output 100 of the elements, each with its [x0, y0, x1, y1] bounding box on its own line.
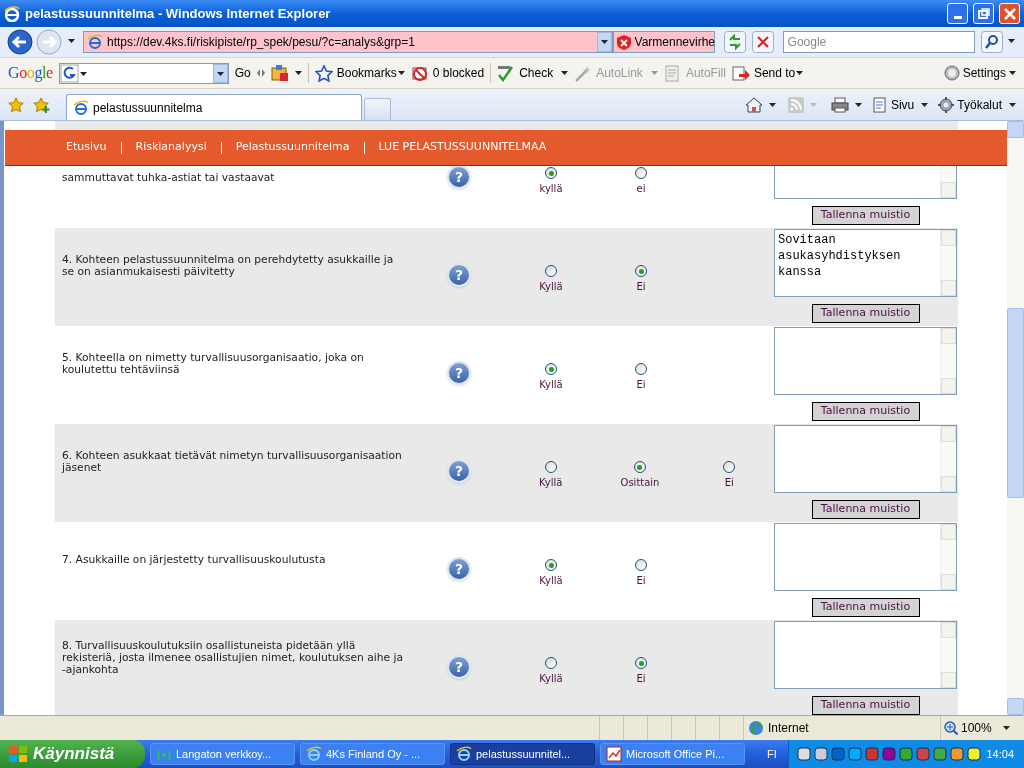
toolbar-button[interactable]: Bookmarks: [314, 64, 405, 82]
radio-button[interactable]: [545, 167, 557, 179]
toolbar-button[interactable]: Check: [497, 64, 554, 82]
help-icon[interactable]: ?: [447, 166, 471, 189]
note-field[interactable]: [774, 425, 957, 493]
nav-link[interactable]: Riskianalyysi: [135, 139, 207, 156]
resize-arrows-icon: [256, 68, 265, 78]
maximize-button[interactable]: [973, 3, 994, 24]
radio-button[interactable]: [545, 559, 557, 571]
radio-button[interactable]: [545, 657, 557, 669]
vertical-scrollbar[interactable]: [1007, 121, 1024, 715]
ie-logo-icon: [456, 746, 472, 762]
dropdown-caret-icon: [650, 71, 658, 75]
dropdown-caret-icon[interactable]: [1008, 39, 1017, 45]
nav-link[interactable]: LUE PELASTUSSUUNNITELMAA: [378, 139, 547, 156]
help-icon[interactable]: ?: [447, 655, 471, 679]
address-field[interactable]: https://dev.4ks.fi/riskipiste/rp_spek/pesu/?c=analys&grp=1: [83, 31, 613, 53]
dropdown-caret-icon[interactable]: [68, 39, 77, 45]
radio-button[interactable]: [635, 559, 647, 571]
radio-button[interactable]: [723, 461, 736, 473]
help-icon[interactable]: ?: [447, 459, 471, 483]
printer-icon[interactable]: [830, 97, 849, 113]
radio-button[interactable]: [545, 265, 557, 277]
question-text: 4. Kohteen pelastussuunnitelma on perehdytetty asukkaille ja se on asianmukaisesti päivitetty: [62, 254, 395, 278]
dropdown-caret-icon[interactable]: [294, 71, 302, 75]
language-indicator[interactable]: FI: [759, 745, 785, 763]
option-label: Kyllä: [538, 477, 563, 489]
option-label: kyllä: [539, 183, 563, 195]
radio-button[interactable]: [634, 461, 646, 473]
certificate-error-button[interactable]: Varmennevirhe: [612, 31, 715, 53]
refresh-button[interactable]: [723, 31, 746, 53]
radio-button[interactable]: [635, 363, 647, 375]
tray-icon[interactable]: [848, 747, 862, 761]
help-icon[interactable]: ?: [447, 557, 471, 581]
caret-icon[interactable]: [854, 103, 862, 107]
dropdown-button[interactable]: [596, 32, 612, 52]
command-menu-button[interactable]: Työkalut: [938, 96, 1016, 114]
save-note-button[interactable]: Tallenna muistio: [811, 696, 920, 715]
search-button[interactable]: [981, 31, 1003, 53]
save-note-button[interactable]: Tallenna muistio: [811, 500, 920, 519]
home-icon[interactable]: [744, 97, 763, 113]
browser-tab[interactable]: pelastussuunnitelma: [66, 94, 362, 120]
save-note-button[interactable]: Tallenna muistio: [811, 206, 920, 225]
radio-button[interactable]: [635, 265, 647, 277]
command-menu-button[interactable]: Sivu: [871, 96, 929, 114]
window-title: pelastussuunnitelma - Windows Internet Explorer: [25, 4, 332, 23]
toolbar-button[interactable]: Send to: [731, 64, 804, 82]
close-button[interactable]: [999, 3, 1020, 24]
dropdown-button[interactable]: [212, 63, 228, 83]
back-button[interactable]: [7, 29, 33, 55]
toolbar-button: AutoFill: [663, 64, 726, 82]
minimize-button[interactable]: [947, 3, 968, 24]
question-text: 6. Kohteen asukkaat tietävät nimetyn turvallisuusorganisaation jäsenet: [62, 450, 403, 474]
nav-link[interactable]: Etusivu: [66, 139, 107, 156]
radio-button[interactable]: [544, 461, 557, 473]
tray-icon[interactable]: [797, 747, 811, 761]
tray-icon[interactable]: [950, 747, 964, 761]
save-note-button[interactable]: Tallenna muistio: [811, 402, 920, 421]
caret-icon: [921, 103, 929, 107]
taskbar-button[interactable]: pelastussuunnitel...: [450, 743, 595, 765]
nav-link[interactable]: Pelastussuunnitelma: [235, 139, 350, 156]
question-text: 7. Asukkaille on järjestetty turvallisuuskoulutusta: [62, 554, 327, 566]
favorites-star-icon[interactable]: [8, 97, 24, 113]
tray-icon[interactable]: [814, 747, 828, 761]
go-button[interactable]: Go: [234, 64, 251, 82]
option-label: Ei: [636, 575, 646, 587]
radio-button[interactable]: [545, 363, 557, 375]
tray-icon[interactable]: [933, 747, 947, 761]
tray-icon[interactable]: [899, 747, 913, 761]
taskbar-button[interactable]: Microsoft Office Pi...: [600, 743, 745, 765]
save-note-button[interactable]: Tallenna muistio: [811, 304, 920, 323]
option-label: Kyllä: [539, 379, 563, 391]
caret-icon[interactable]: [768, 103, 776, 107]
add-favorite-icon[interactable]: [33, 97, 50, 113]
help-icon[interactable]: ?: [447, 263, 471, 287]
stop-button[interactable]: [751, 31, 774, 53]
toolbar-button[interactable]: 0 blocked: [410, 64, 485, 82]
radio-button[interactable]: [635, 657, 647, 669]
option-label: Ei: [724, 477, 734, 489]
caret-icon: [397, 71, 405, 75]
settings-button[interactable]: Settings: [943, 64, 1016, 82]
note-field[interactable]: [774, 523, 957, 591]
help-icon[interactable]: ?: [447, 361, 471, 385]
puzzle-icon[interactable]: [270, 64, 289, 82]
google-search-field[interactable]: [58, 62, 229, 84]
taskbar-button[interactable]: 4Ks Finland Oy - ...: [300, 743, 445, 765]
note-field[interactable]: Sovitaan asukasyhdistyksen kanssa: [774, 229, 957, 297]
dropdown-caret-icon[interactable]: [561, 71, 569, 75]
option-label: Kyllä: [539, 575, 563, 587]
search-field[interactable]: Google: [782, 31, 975, 53]
tray-icon[interactable]: [967, 747, 981, 761]
option-label: Ei: [636, 379, 646, 391]
note-field[interactable]: [774, 621, 957, 689]
taskbar-button[interactable]: Langaton verkkoy...: [150, 743, 295, 765]
note-field[interactable]: [774, 327, 957, 395]
star-icon: [314, 64, 333, 82]
gear-icon: [938, 97, 955, 113]
save-note-button[interactable]: Tallenna muistio: [811, 598, 920, 617]
radio-button[interactable]: [635, 167, 647, 179]
caret-icon: [809, 103, 817, 107]
